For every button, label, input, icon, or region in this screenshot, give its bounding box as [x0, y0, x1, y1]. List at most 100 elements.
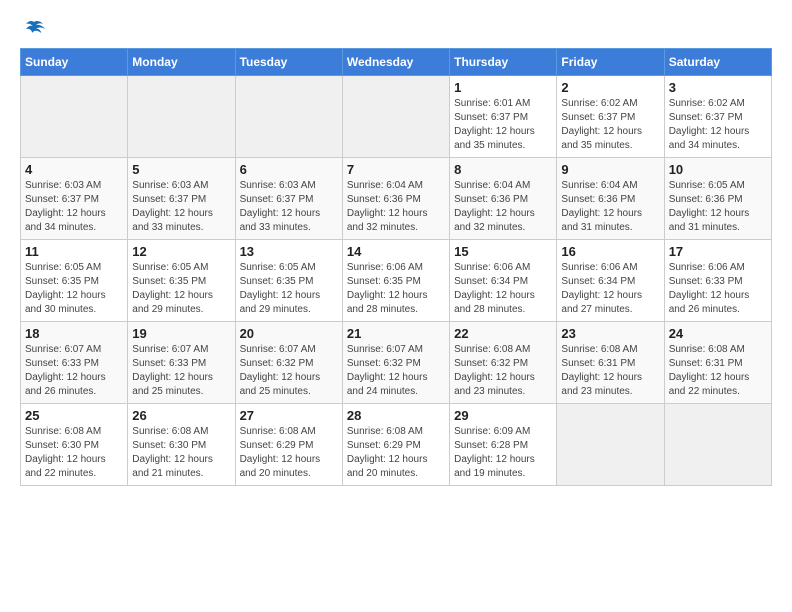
day-info: Sunrise: 6:07 AMSunset: 6:32 PMDaylight:… — [347, 343, 445, 399]
day-info: Sunrise: 6:09 AMSunset: 6:28 PMDaylight:… — [454, 425, 552, 481]
calendar-cell: 5 Sunrise: 6:03 AMSunset: 6:37 PMDaylight… — [128, 158, 235, 240]
header-day-sunday: Sunday — [21, 49, 128, 76]
calendar-cell: 19Sunrise: 6:07 AMSunset: 6:33 PMDayligh… — [128, 322, 235, 404]
calendar-cell: 24Sunrise: 6:08 AMSunset: 6:31 PMDayligh… — [664, 322, 771, 404]
calendar-cell — [557, 404, 664, 486]
day-info: Sunrise: 6:03 AMSunset: 6:37 PMDaylight:… — [25, 179, 123, 235]
day-number: 17 — [669, 244, 767, 259]
calendar-cell: 27Sunrise: 6:08 AMSunset: 6:29 PMDayligh… — [235, 404, 342, 486]
calendar-cell: 13 Sunrise: 6:05 AMSunset: 6:35 PMDayligh… — [235, 240, 342, 322]
day-number: 6 — [240, 162, 338, 177]
header-day-friday: Friday — [557, 49, 664, 76]
calendar-cell: 17 Sunrise: 6:06 AMSunset: 6:33 PMDayligh… — [664, 240, 771, 322]
calendar-cell: 18Sunrise: 6:07 AMSunset: 6:33 PMDayligh… — [21, 322, 128, 404]
calendar-cell — [21, 76, 128, 158]
day-info: Sunrise: 6:01 AMSunset: 6:37 PMDaylight:… — [454, 97, 552, 153]
day-info: Sunrise: 6:04 AMSunset: 6:36 PMDaylight:… — [454, 179, 552, 235]
day-number: 25 — [25, 408, 123, 423]
day-info: Sunrise: 6:08 AMSunset: 6:31 PMDaylight:… — [561, 343, 659, 399]
day-info: Sunrise: 6:03 AMSunset: 6:37 PMDaylight:… — [132, 179, 230, 235]
calendar-cell: 14 Sunrise: 6:06 AMSunset: 6:35 PMDayligh… — [342, 240, 449, 322]
day-info: Sunrise: 6:08 AMSunset: 6:32 PMDaylight:… — [454, 343, 552, 399]
header-day-thursday: Thursday — [450, 49, 557, 76]
day-info: Sunrise: 6:05 AMSunset: 6:36 PMDaylight:… — [669, 179, 767, 235]
calendar-cell: 26 Sunrise: 6:08 AMSunset: 6:30 PMDayligh… — [128, 404, 235, 486]
day-number: 7 — [347, 162, 445, 177]
day-info: Sunrise: 6:06 AMSunset: 6:34 PMDaylight:… — [561, 261, 659, 317]
day-info: Sunrise: 6:02 AMSunset: 6:37 PMDaylight:… — [561, 97, 659, 153]
header-day-monday: Monday — [128, 49, 235, 76]
logo-bird-icon — [23, 20, 45, 38]
day-info: Sunrise: 6:08 AMSunset: 6:29 PMDaylight:… — [347, 425, 445, 481]
day-info: Sunrise: 6:08 AMSunset: 6:30 PMDaylight:… — [132, 425, 230, 481]
day-number: 20 — [240, 326, 338, 341]
calendar-cell: 8 Sunrise: 6:04 AMSunset: 6:36 PMDaylight… — [450, 158, 557, 240]
page-header — [20, 20, 772, 38]
header-row: SundayMondayTuesdayWednesdayThursdayFrid… — [21, 49, 772, 76]
day-number: 13 — [240, 244, 338, 259]
day-info: Sunrise: 6:05 AMSunset: 6:35 PMDaylight:… — [240, 261, 338, 317]
day-info: Sunrise: 6:02 AMSunset: 6:37 PMDaylight:… — [669, 97, 767, 153]
logo — [20, 20, 45, 38]
day-number: 18 — [25, 326, 123, 341]
calendar-week-3: 11 Sunrise: 6:05 AMSunset: 6:35 PMDayligh… — [21, 240, 772, 322]
day-number: 10 — [669, 162, 767, 177]
day-number: 22 — [454, 326, 552, 341]
calendar-cell: 12 Sunrise: 6:05 AMSunset: 6:35 PMDayligh… — [128, 240, 235, 322]
day-number: 14 — [347, 244, 445, 259]
calendar-week-1: 1 Sunrise: 6:01 AMSunset: 6:37 PMDaylight… — [21, 76, 772, 158]
calendar-cell — [342, 76, 449, 158]
header-day-wednesday: Wednesday — [342, 49, 449, 76]
day-number: 26 — [132, 408, 230, 423]
day-info: Sunrise: 6:05 AMSunset: 6:35 PMDaylight:… — [132, 261, 230, 317]
day-number: 4 — [25, 162, 123, 177]
header-day-tuesday: Tuesday — [235, 49, 342, 76]
calendar-cell: 16 Sunrise: 6:06 AMSunset: 6:34 PMDayligh… — [557, 240, 664, 322]
calendar-cell — [664, 404, 771, 486]
day-info: Sunrise: 6:05 AMSunset: 6:35 PMDaylight:… — [25, 261, 123, 317]
calendar-cell: 6 Sunrise: 6:03 AMSunset: 6:37 PMDaylight… — [235, 158, 342, 240]
calendar-cell: 25 Sunrise: 6:08 AMSunset: 6:30 PMDayligh… — [21, 404, 128, 486]
day-info: Sunrise: 6:03 AMSunset: 6:37 PMDaylight:… — [240, 179, 338, 235]
calendar-cell: 9Sunrise: 6:04 AMSunset: 6:36 PMDaylight… — [557, 158, 664, 240]
day-number: 16 — [561, 244, 659, 259]
day-number: 15 — [454, 244, 552, 259]
calendar-cell — [235, 76, 342, 158]
day-info: Sunrise: 6:06 AMSunset: 6:35 PMDaylight:… — [347, 261, 445, 317]
calendar-cell: 29 Sunrise: 6:09 AMSunset: 6:28 PMDayligh… — [450, 404, 557, 486]
day-info: Sunrise: 6:07 AMSunset: 6:32 PMDaylight:… — [240, 343, 338, 399]
day-info: Sunrise: 6:06 AMSunset: 6:34 PMDaylight:… — [454, 261, 552, 317]
day-number: 27 — [240, 408, 338, 423]
day-info: Sunrise: 6:06 AMSunset: 6:33 PMDaylight:… — [669, 261, 767, 317]
calendar-cell: 7 Sunrise: 6:04 AMSunset: 6:36 PMDaylight… — [342, 158, 449, 240]
day-info: Sunrise: 6:08 AMSunset: 6:30 PMDaylight:… — [25, 425, 123, 481]
day-number: 2 — [561, 80, 659, 95]
calendar-week-2: 4 Sunrise: 6:03 AMSunset: 6:37 PMDaylight… — [21, 158, 772, 240]
calendar-table: SundayMondayTuesdayWednesdayThursdayFrid… — [20, 48, 772, 486]
calendar-cell: 22 Sunrise: 6:08 AMSunset: 6:32 PMDayligh… — [450, 322, 557, 404]
day-number: 3 — [669, 80, 767, 95]
calendar-cell: 23Sunrise: 6:08 AMSunset: 6:31 PMDayligh… — [557, 322, 664, 404]
calendar-cell: 2 Sunrise: 6:02 AMSunset: 6:37 PMDaylight… — [557, 76, 664, 158]
day-number: 12 — [132, 244, 230, 259]
calendar-cell: 10 Sunrise: 6:05 AMSunset: 6:36 PMDayligh… — [664, 158, 771, 240]
day-number: 5 — [132, 162, 230, 177]
calendar-cell — [128, 76, 235, 158]
day-number: 29 — [454, 408, 552, 423]
calendar-header: SundayMondayTuesdayWednesdayThursdayFrid… — [21, 49, 772, 76]
calendar-cell: 1 Sunrise: 6:01 AMSunset: 6:37 PMDaylight… — [450, 76, 557, 158]
day-info: Sunrise: 6:04 AMSunset: 6:36 PMDaylight:… — [561, 179, 659, 235]
day-info: Sunrise: 6:04 AMSunset: 6:36 PMDaylight:… — [347, 179, 445, 235]
calendar-cell: 4 Sunrise: 6:03 AMSunset: 6:37 PMDaylight… — [21, 158, 128, 240]
calendar-week-4: 18Sunrise: 6:07 AMSunset: 6:33 PMDayligh… — [21, 322, 772, 404]
calendar-cell: 21 Sunrise: 6:07 AMSunset: 6:32 PMDayligh… — [342, 322, 449, 404]
day-number: 8 — [454, 162, 552, 177]
header-day-saturday: Saturday — [664, 49, 771, 76]
day-number: 11 — [25, 244, 123, 259]
calendar-cell: 11 Sunrise: 6:05 AMSunset: 6:35 PMDayligh… — [21, 240, 128, 322]
day-number: 1 — [454, 80, 552, 95]
day-number: 24 — [669, 326, 767, 341]
calendar-cell: 20 Sunrise: 6:07 AMSunset: 6:32 PMDayligh… — [235, 322, 342, 404]
calendar-cell: 28Sunrise: 6:08 AMSunset: 6:29 PMDayligh… — [342, 404, 449, 486]
day-number: 21 — [347, 326, 445, 341]
